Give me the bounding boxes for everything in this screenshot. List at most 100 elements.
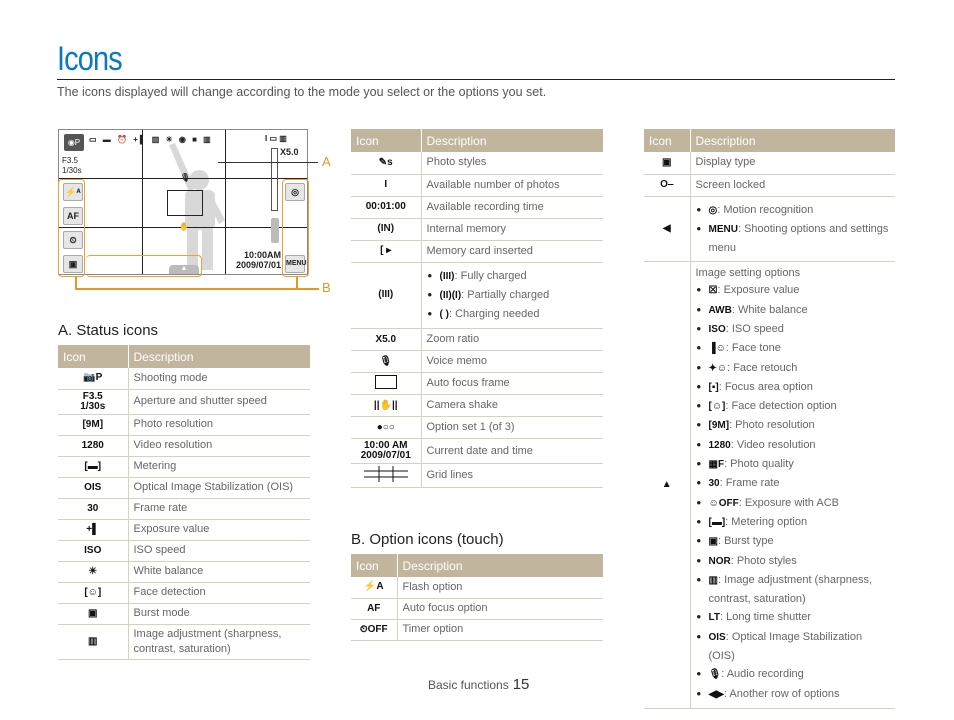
- table-row: Auto focus frame: [351, 372, 603, 396]
- option-icon: ( ): [439, 309, 449, 321]
- option-label: : ISO speed: [725, 322, 784, 335]
- option-label: : Optical Image Stabilization (OIS): [708, 630, 863, 663]
- option-outline-right: [282, 179, 309, 277]
- description: Exposure value: [128, 519, 310, 541]
- description: Display type: [690, 152, 895, 175]
- list-item: ▣: Burst type: [696, 532, 891, 551]
- option-icon: ▦F: [708, 459, 725, 471]
- table-row: OIS Optical Image Stabilization (OIS): [58, 477, 310, 499]
- af-icon: AF: [351, 598, 398, 620]
- list-item: ▐☺: Face tone: [696, 339, 891, 358]
- col-icon: Icon: [58, 345, 129, 368]
- footer-section: Basic functions: [428, 678, 509, 692]
- exposure-value-icon: +▌: [58, 519, 129, 541]
- status-icons-heading: A. Status icons: [58, 322, 159, 339]
- table-row: ▥ Image adjustment (sharpness, contrast, …: [58, 624, 310, 660]
- option-label: : Another row of options: [723, 687, 840, 700]
- shooting-mode-icon: ◉P: [64, 134, 84, 151]
- option-icon: ▥: [708, 574, 718, 586]
- callout-b-line: [75, 288, 319, 290]
- col-icon: Icon: [351, 129, 422, 152]
- battery-icon: (III): [351, 262, 422, 330]
- table-row: 10:00 AM 2009/07/01 Current date and time: [351, 438, 603, 465]
- af-frame: [167, 190, 203, 216]
- zoom-ratio-icon: X5.0: [351, 328, 422, 352]
- description-list: Image setting options☒: Exposure valueAW…: [690, 261, 895, 709]
- table-row: O‒ Screen locked: [644, 174, 895, 197]
- table-row: [☺] Face detection: [58, 582, 310, 604]
- option-label: : Face detection option: [725, 400, 837, 413]
- option-icon: ▣: [708, 536, 718, 548]
- camera-shake-icon: ||✋||: [351, 394, 422, 418]
- option-label: : White balance: [731, 303, 808, 316]
- internal-memory-icon: (IN): [351, 218, 422, 241]
- photo-styles-icon: ✎s: [351, 152, 422, 175]
- list-item: NOR: Photo styles: [696, 552, 891, 571]
- metering-icon: [▬]: [58, 456, 129, 478]
- description: Frame rate: [128, 498, 310, 520]
- description: Photo styles: [421, 152, 603, 175]
- option-label: : Fully charged: [454, 269, 527, 282]
- option-icon: AWB: [708, 304, 732, 316]
- page-number: 15: [512, 676, 530, 693]
- option-icon: ☺OFF: [708, 497, 739, 509]
- table-row: ●○○ Option set 1 (of 3): [351, 416, 603, 440]
- camera-screen-illustration: ◉P ▭ ▬ ⏰ +▌ ▥ ☀ ◉ ■ ▥ F3.5 1/30s I ▭ ▥ X…: [58, 129, 308, 275]
- description: Available number of photos: [421, 174, 603, 197]
- option-label: : Video resolution: [730, 438, 816, 451]
- description-list: (III): Fully charged (II)(I): Partially c…: [421, 262, 603, 330]
- right-icons-table: Icon Description ▣ Display type O‒ Screen l…: [644, 129, 895, 709]
- table-row: ISO ISO speed: [58, 540, 310, 562]
- col-desc: Description: [128, 345, 310, 368]
- description: Available recording time: [421, 196, 603, 219]
- option-icon: (III): [439, 270, 455, 282]
- memory-battery-icons: I ▭ ▥: [265, 134, 287, 143]
- col-desc: Description: [690, 129, 895, 152]
- description: Auto focus frame: [421, 372, 603, 396]
- option-icon: [☺]: [708, 401, 726, 413]
- list-item: ☒: Exposure value: [696, 281, 891, 300]
- callout-b: B: [322, 280, 331, 295]
- option-outline-bottom: [86, 255, 202, 277]
- description-list: ◎: Motion recognitionMENU: Shooting opti…: [690, 196, 895, 263]
- grid-line: [225, 130, 226, 274]
- list-item: ◎: Motion recognition: [696, 201, 891, 220]
- table-row: ◀◎: Motion recognitionMENU: Shooting opt…: [644, 196, 895, 263]
- description: Shooting mode: [128, 368, 310, 390]
- side-tab[interactable]: [271, 218, 279, 243]
- description: Auto focus option: [397, 598, 603, 620]
- table-row: Grid lines: [351, 463, 603, 489]
- list-item: ✦☺: Face retouch: [696, 359, 891, 378]
- description: Current date and time: [421, 438, 603, 465]
- list-item: ▥: Image adjustment (sharpness, contrast…: [696, 571, 891, 609]
- table-row: AF Auto focus option: [351, 598, 603, 620]
- list-item: 30: Frame rate: [696, 474, 891, 493]
- table-row: 📷P Shooting mode: [58, 368, 310, 390]
- option-label: : Partially charged: [461, 288, 550, 301]
- list-item: (II)(I): Partially charged: [427, 286, 599, 305]
- table-row: ⚡A Flash option: [351, 577, 603, 599]
- list-item: LT: Long time shutter: [696, 608, 891, 627]
- option-label: : Exposure with ACB: [738, 496, 839, 509]
- option-label: : Photo quality: [724, 458, 794, 471]
- list-item: MENU: Shooting options and settings menu: [696, 220, 891, 258]
- grid-line: [142, 130, 143, 274]
- table-row: F3.5 1/30s Aperture and shutter speed: [58, 389, 310, 415]
- option-icons-table: Icon Description ⚡A Flash option AF Auto fo…: [351, 554, 603, 641]
- option-set-icon: ●○○: [351, 416, 422, 440]
- col-desc: Description: [397, 554, 603, 577]
- display-type-icon: ▣: [644, 152, 691, 175]
- aperture-value: F3.5: [62, 156, 79, 165]
- frame-rate-icon: 30: [58, 498, 129, 520]
- description: Image adjustment (sharpness, contrast, s…: [128, 624, 310, 660]
- description: Burst mode: [128, 603, 310, 625]
- description: Face detection: [128, 582, 310, 604]
- table-row: 30 Frame rate: [58, 498, 310, 520]
- option-label: : Long time shutter: [719, 611, 812, 624]
- camera-shake-icon: ✋: [179, 222, 189, 231]
- table-row: 🎙 Voice memo: [351, 350, 603, 374]
- option-icon: LT: [708, 612, 720, 624]
- option-label: : Focus area option: [718, 380, 813, 393]
- description: Aperture and shutter speed: [128, 389, 310, 415]
- description: Grid lines: [421, 463, 603, 489]
